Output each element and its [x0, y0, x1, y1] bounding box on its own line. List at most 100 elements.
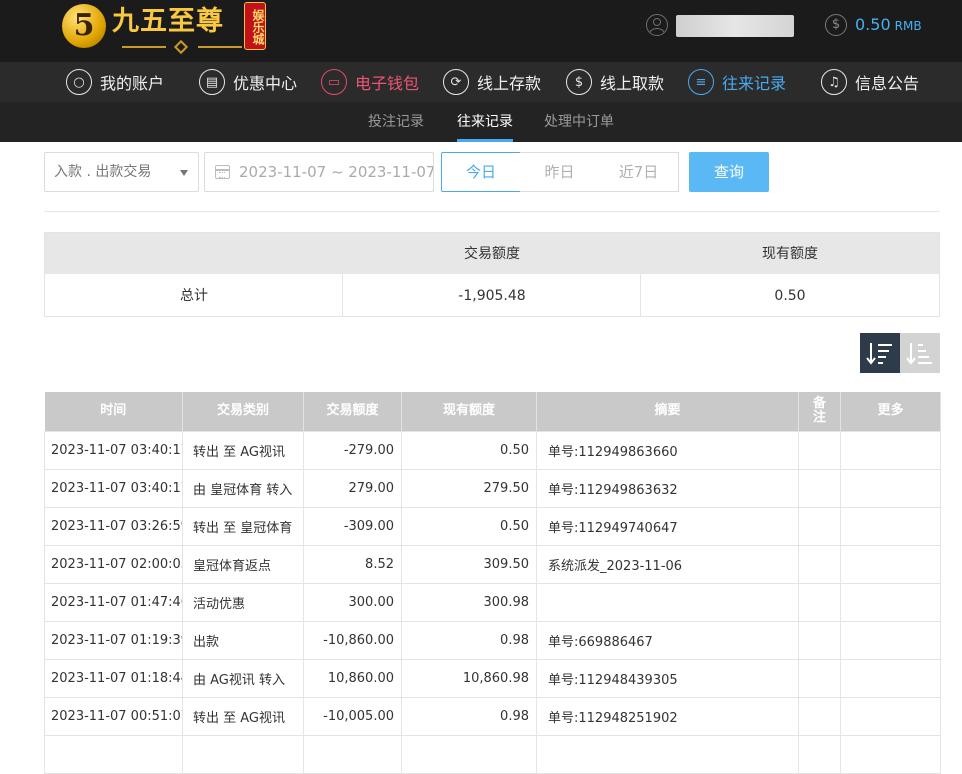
table-header-row: 时间 交易类别 交易额度 现有额度 摘要 备注 更多	[44, 392, 941, 431]
col-memo[interactable]: 摘要	[536, 392, 799, 431]
table-row	[44, 734, 941, 774]
cell-amount: -279.00	[303, 430, 402, 470]
search-button[interactable]: 查询	[689, 152, 769, 192]
cell-balance: 0.98	[401, 620, 537, 660]
nav-label: 信息公告	[855, 74, 920, 93]
cell-time: 2023-11-07 03:40:17	[44, 430, 183, 470]
last-7-days-button[interactable]: 近7日	[599, 152, 679, 192]
cell-time	[44, 734, 183, 774]
cell-more[interactable]	[840, 582, 941, 622]
cell-type: 由 皇冠体育 转入	[182, 468, 304, 508]
date-range-value: 2023-11-07 ~ 2023-11-07	[239, 163, 434, 181]
nav-label: 我的账户	[100, 74, 165, 93]
cell-more[interactable]	[840, 506, 941, 546]
nav-announcements[interactable]: ♫ 信息公告	[821, 62, 919, 102]
cell-remark	[798, 506, 841, 546]
col-more[interactable]: 更多	[840, 392, 941, 431]
cell-amount: -10,860.00	[303, 620, 402, 660]
cell-more[interactable]	[840, 468, 941, 508]
cell-memo	[536, 582, 799, 622]
balance-value: 0.50	[855, 15, 891, 34]
cell-type: 皇冠体育返点	[182, 544, 304, 584]
today-button[interactable]: 今日	[441, 152, 521, 192]
cell-balance: 279.50	[401, 468, 537, 508]
table-row: 2023-11-07 00:51:07 转出 至 AG视讯 -10,005.00…	[44, 696, 941, 736]
cell-remark	[798, 430, 841, 470]
nav-online-withdraw[interactable]: $ 线上取款	[566, 62, 664, 102]
cell-time: 2023-11-07 00:51:07	[44, 696, 183, 736]
col-time[interactable]: 时间	[44, 392, 183, 431]
cell-time: 2023-11-07 01:18:44	[44, 658, 183, 698]
cell-balance: 0.50	[401, 430, 537, 470]
cell-remark	[798, 734, 841, 774]
transaction-type-select[interactable]: 入款 . 出款交易	[44, 152, 199, 192]
cell-memo: 单号:112949863660	[536, 430, 799, 470]
col-remark[interactable]: 备注	[798, 392, 841, 431]
cell-type	[182, 734, 304, 774]
yesterday-button[interactable]: 昨日	[520, 152, 600, 192]
cell-balance: 309.50	[401, 544, 537, 584]
cell-balance: 0.50	[401, 506, 537, 546]
cell-memo: 单号:112949740647	[536, 506, 799, 546]
logo-text: 九五至尊	[112, 6, 224, 37]
nav-online-deposit[interactable]: ⟳ 线上存款	[443, 62, 541, 102]
cell-memo: 系统派发_2023-11-06	[536, 544, 799, 584]
records-icon: ≡	[688, 69, 714, 95]
divider	[44, 211, 940, 212]
site-logo[interactable]: 5 九五至尊 娱乐城	[62, 2, 272, 58]
cell-more[interactable]	[840, 734, 941, 774]
bell-icon: ♫	[821, 69, 847, 95]
table-row: 2023-11-07 01:18:44 由 AG视讯 转入 10,860.00 …	[44, 658, 941, 698]
tab-transaction-records[interactable]: 往来记录	[457, 102, 513, 142]
table-row: 2023-11-07 03:40:17 由 皇冠体育 转入 279.00 279…	[44, 468, 941, 508]
date-range-input[interactable]: 2023-11-07 ~ 2023-11-07	[204, 152, 434, 192]
cell-time: 2023-11-07 01:47:46	[44, 582, 183, 622]
sort-ascending-button[interactable]	[900, 333, 940, 373]
cell-time: 2023-11-07 01:19:39	[44, 620, 183, 660]
top-header: 5 九五至尊 娱乐城 $ 0.50 RMB	[0, 0, 962, 62]
cell-remark	[798, 582, 841, 622]
balance-currency: RMB	[894, 19, 922, 33]
gift-icon: ▤	[199, 69, 225, 95]
cell-remark	[798, 696, 841, 736]
cell-time: 2023-11-07 03:26:59	[44, 506, 183, 546]
sub-nav: 投注记录 往来记录 处理中订单	[0, 102, 962, 142]
divider	[342, 274, 343, 316]
select-value: 入款 . 出款交易	[54, 164, 152, 180]
summary-col-balance: 现有额度	[762, 246, 818, 262]
nav-transaction-records[interactable]: ≡ 往来记录	[688, 62, 786, 102]
nav-e-wallet[interactable]: ▭ 电子钱包	[321, 62, 419, 102]
cell-more[interactable]	[840, 544, 941, 584]
calendar-icon	[215, 165, 230, 179]
sort-desc-icon	[866, 343, 892, 365]
cell-balance: 0.98	[401, 696, 537, 736]
user-avatar-icon[interactable]	[646, 14, 668, 36]
cell-more[interactable]	[840, 658, 941, 698]
summary-row-label: 总计	[180, 288, 208, 304]
cell-more[interactable]	[840, 696, 941, 736]
nav-label: 线上存款	[477, 74, 542, 93]
table-row: 2023-11-07 02:00:03 皇冠体育返点 8.52 309.50 系…	[44, 544, 941, 584]
summary-table: 交易额度 现有额度 总计 -1,905.48 0.50	[44, 232, 940, 317]
cell-remark	[798, 620, 841, 660]
col-amount[interactable]: 交易额度	[303, 392, 402, 431]
cell-balance: 300.98	[401, 582, 537, 622]
cell-memo: 单号:112948251902	[536, 696, 799, 736]
cell-more[interactable]	[840, 430, 941, 470]
cell-balance	[401, 734, 537, 774]
table-row: 2023-11-07 03:40:17 转出 至 AG视讯 -279.00 0.…	[44, 430, 941, 470]
table-row: 2023-11-07 03:26:59 转出 至 皇冠体育 -309.00 0.…	[44, 506, 941, 546]
cell-memo	[536, 734, 799, 774]
col-balance[interactable]: 现有额度	[401, 392, 537, 431]
table-row: 2023-11-07 01:47:46 活动优惠 300.00 300.98	[44, 582, 941, 622]
cell-type: 出款	[182, 620, 304, 660]
tab-pending-orders[interactable]: 处理中订单	[544, 102, 614, 142]
logo-ornament	[122, 39, 242, 55]
col-type[interactable]: 交易类别	[182, 392, 304, 431]
cell-more[interactable]	[840, 620, 941, 660]
sort-descending-button[interactable]	[860, 333, 900, 373]
tab-bet-records[interactable]: 投注记录	[368, 102, 424, 142]
user-icon: ○	[66, 69, 92, 95]
nav-promotions[interactable]: ▤ 优惠中心	[199, 62, 297, 102]
nav-my-account[interactable]: ○ 我的账户	[66, 62, 164, 102]
